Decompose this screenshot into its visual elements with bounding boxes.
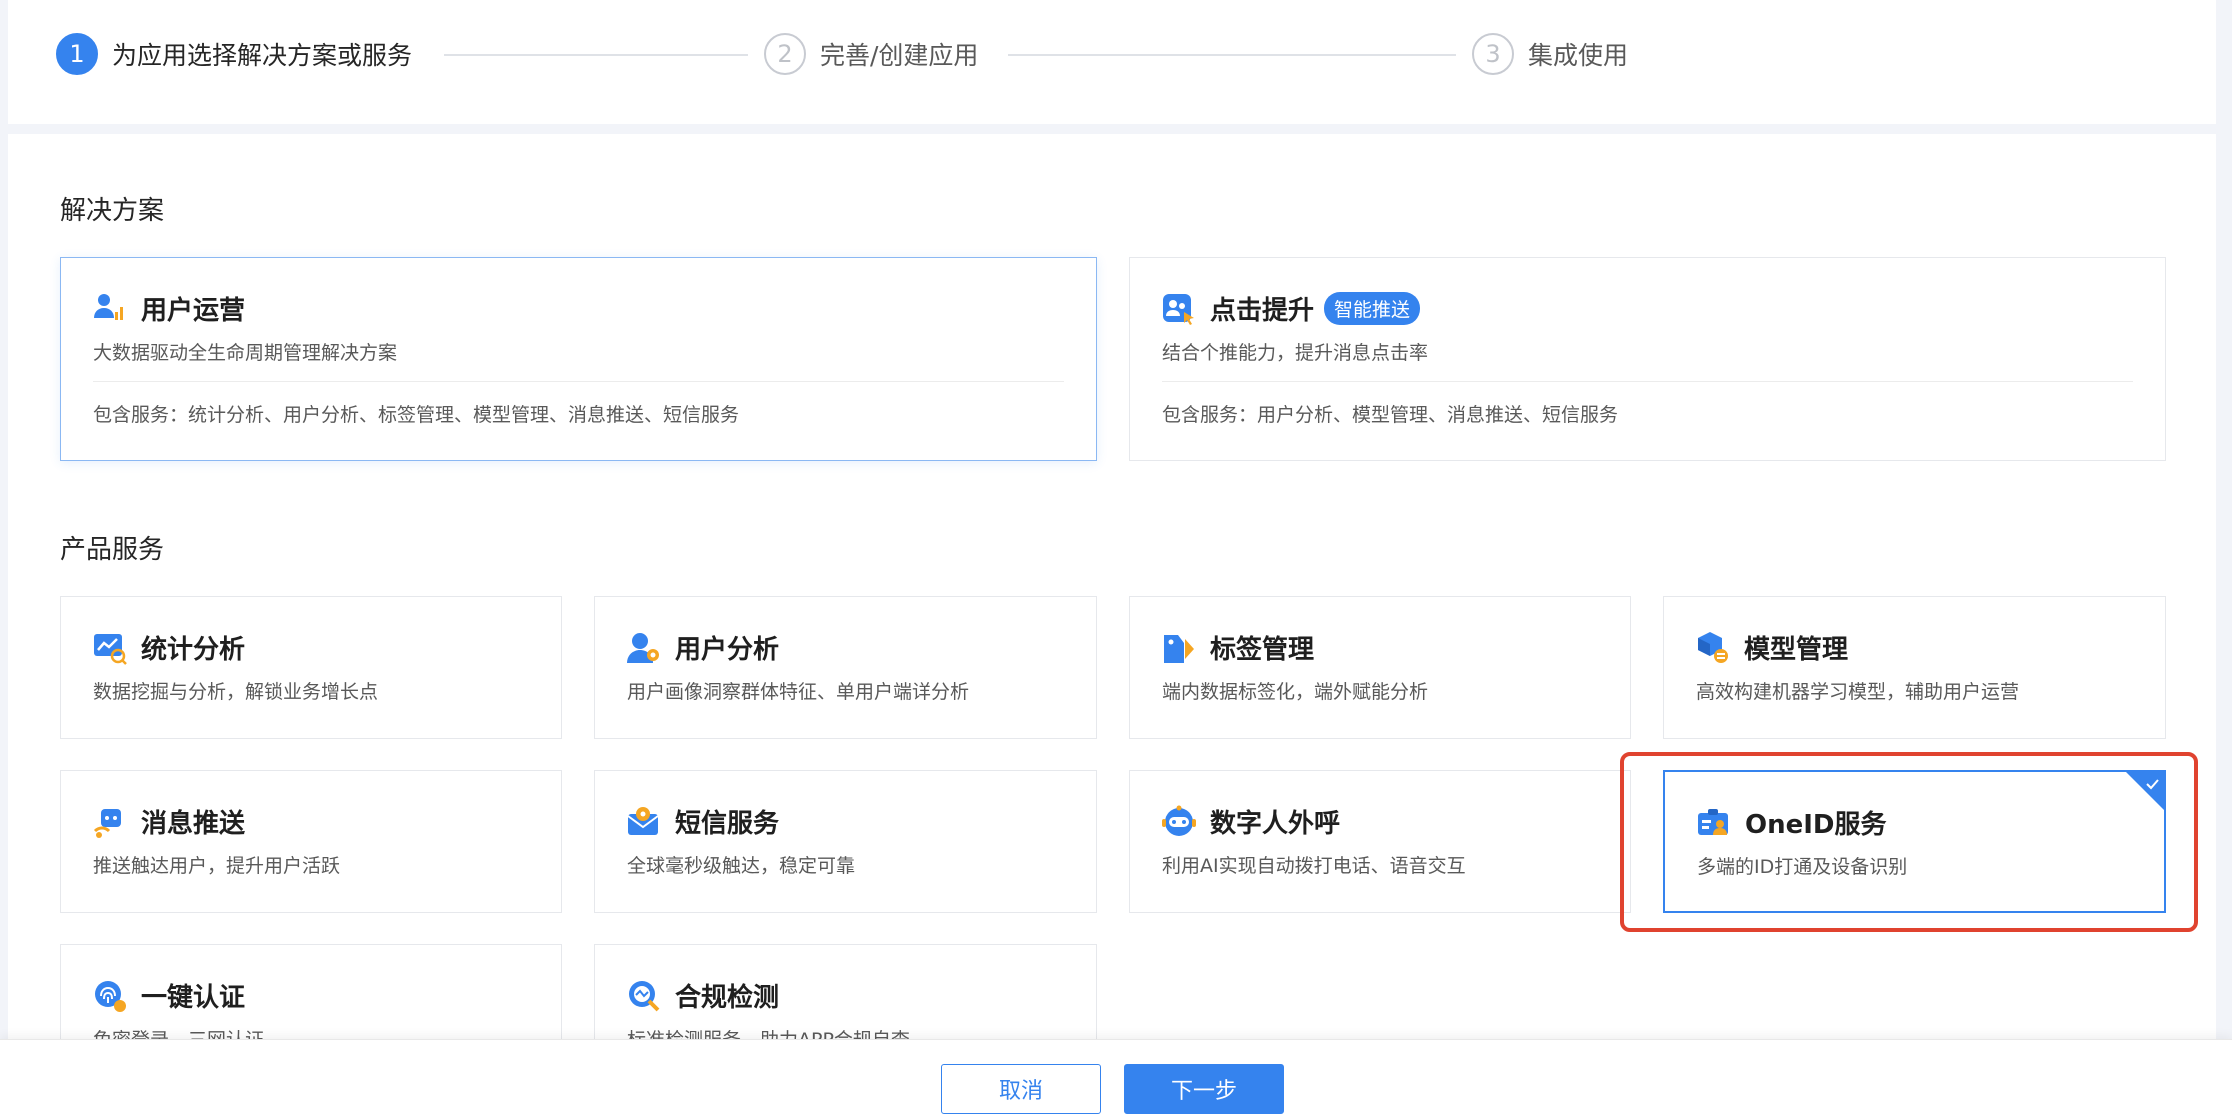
- card-description: 结合个推能力，提升消息点击率: [1162, 342, 1429, 364]
- user-analysis-icon: [627, 632, 659, 663]
- cancel-button[interactable]: 取消: [941, 1064, 1101, 1114]
- chart-icon: [94, 633, 127, 665]
- push-icon: [93, 808, 121, 838]
- tag-icon: [1164, 634, 1194, 663]
- card-description: 多端的ID打通及设备识别: [1697, 856, 1908, 878]
- cube-icon: [1698, 631, 1728, 663]
- product-card-oneid[interactable]: OneID服务 多端的ID打通及设备识别: [1663, 770, 2166, 913]
- step-1-number: 1: [56, 33, 98, 75]
- card-title: 数字人外呼: [1210, 809, 1341, 839]
- card-description: 数据挖掘与分析，解锁业务增长点: [93, 681, 379, 703]
- selection-panel: 解决方案 用户运营 大数据驱动全生命周期管理解决方案 包含服务：统计分析、用户分…: [8, 134, 2216, 1039]
- envelope-icon: [627, 806, 659, 835]
- user-operation-icon: [94, 293, 123, 320]
- product-card-digital-human-call[interactable]: 数字人外呼 利用AI实现自动拨打电话、语音交互: [1129, 770, 1631, 913]
- card-description: 推送触达用户，提升用户活跃: [93, 855, 341, 877]
- product-card-compliance-check[interactable]: 合规检测 标准检测服务，助力APP合规自查: [594, 944, 1097, 1039]
- card-description: 标准检测服务，助力APP合规自查: [627, 1025, 910, 1039]
- step-1-label: 为应用选择解决方案或服务: [112, 41, 413, 70]
- smart-push-badge: 智能推送: [1324, 292, 1421, 325]
- footer-bar: 取消 下一步: [0, 1039, 2232, 1120]
- step-indicator: 1 为应用选择解决方案或服务 2 完善/创建应用 3 集成使用: [8, 0, 2216, 124]
- step-3-number: 3: [1472, 33, 1514, 75]
- robot-icon: [1162, 805, 1196, 836]
- card-title: 统计分析: [141, 635, 246, 665]
- product-card-tag-management[interactable]: 标签管理 端内数据标签化，端外赋能分析: [1129, 596, 1631, 739]
- products-section-title: 产品服务: [60, 535, 165, 565]
- card-description: 用户画像洞察群体特征、单用户端详分析: [627, 681, 970, 703]
- product-card-statistics[interactable]: 统计分析 数据挖掘与分析，解锁业务增长点: [60, 596, 562, 739]
- step-3: 3 集成使用: [1472, 32, 1628, 76]
- card-description: 高效构建机器学习模型，辅助用户运营: [1696, 681, 2020, 703]
- card-divider: [1162, 381, 2133, 382]
- next-step-button[interactable]: 下一步: [1124, 1064, 1284, 1114]
- step-1: 1 为应用选择解决方案或服务: [56, 32, 412, 76]
- step-3-label: 集成使用: [1528, 41, 1629, 70]
- card-title: 一键认证: [141, 983, 246, 1013]
- card-description: 全球毫秒级触达，稳定可靠: [627, 855, 856, 877]
- fingerprint-icon: [95, 980, 126, 1012]
- card-description: 端内数据标签化，端外赋能分析: [1162, 681, 1429, 703]
- card-divider: [93, 381, 1064, 382]
- step-2-label: 完善/创建应用: [820, 41, 979, 70]
- selected-check-icon: [2126, 772, 2164, 810]
- id-card-icon: [1698, 808, 1728, 835]
- product-card-push[interactable]: 消息推送 推送触达用户，提升用户活跃: [60, 770, 562, 913]
- click-boost-icon: [1163, 293, 1194, 325]
- card-title: OneID服务: [1745, 810, 1887, 840]
- card-description: 免密登录，三网认证: [93, 1025, 264, 1039]
- card-title: 标签管理: [1210, 635, 1315, 665]
- card-title: 消息推送: [141, 809, 246, 839]
- step-2: 2 完善/创建应用: [764, 32, 978, 76]
- card-included-services: 包含服务：用户分析、模型管理、消息推送、短信服务: [1162, 404, 1619, 426]
- card-description: 大数据驱动全生命周期管理解决方案: [93, 342, 398, 364]
- solution-card-user-operation[interactable]: 用户运营 大数据驱动全生命周期管理解决方案 包含服务：统计分析、用户分析、标签管…: [60, 257, 1097, 461]
- card-title: 短信服务: [675, 809, 780, 839]
- card-title: 点击提升: [1210, 296, 1315, 326]
- product-card-sms[interactable]: 短信服务 全球毫秒级触达，稳定可靠: [594, 770, 1097, 913]
- step-connector: [1008, 54, 1456, 56]
- product-card-one-click-auth[interactable]: 一键认证 免密登录，三网认证: [60, 944, 562, 1039]
- compliance-icon: [629, 980, 660, 1011]
- card-description: 利用AI实现自动拨打电话、语音交互: [1162, 855, 1466, 877]
- step-2-number: 2: [764, 33, 806, 75]
- product-card-model-management[interactable]: 模型管理 高效构建机器学习模型，辅助用户运营: [1663, 596, 2166, 739]
- card-title: 用户分析: [675, 635, 780, 665]
- solution-card-click-boost[interactable]: 点击提升 智能推送 结合个推能力，提升消息点击率 包含服务：用户分析、模型管理、…: [1129, 257, 2166, 461]
- step-connector: [444, 54, 748, 56]
- card-title: 模型管理: [1744, 635, 1849, 665]
- solutions-section-title: 解决方案: [60, 196, 165, 226]
- product-card-user-analysis[interactable]: 用户分析 用户画像洞察群体特征、单用户端详分析: [594, 596, 1097, 739]
- card-included-services: 包含服务：统计分析、用户分析、标签管理、模型管理、消息推送、短信服务: [93, 404, 740, 426]
- card-title: 用户运营: [141, 296, 246, 326]
- card-title: 合规检测: [675, 983, 780, 1013]
